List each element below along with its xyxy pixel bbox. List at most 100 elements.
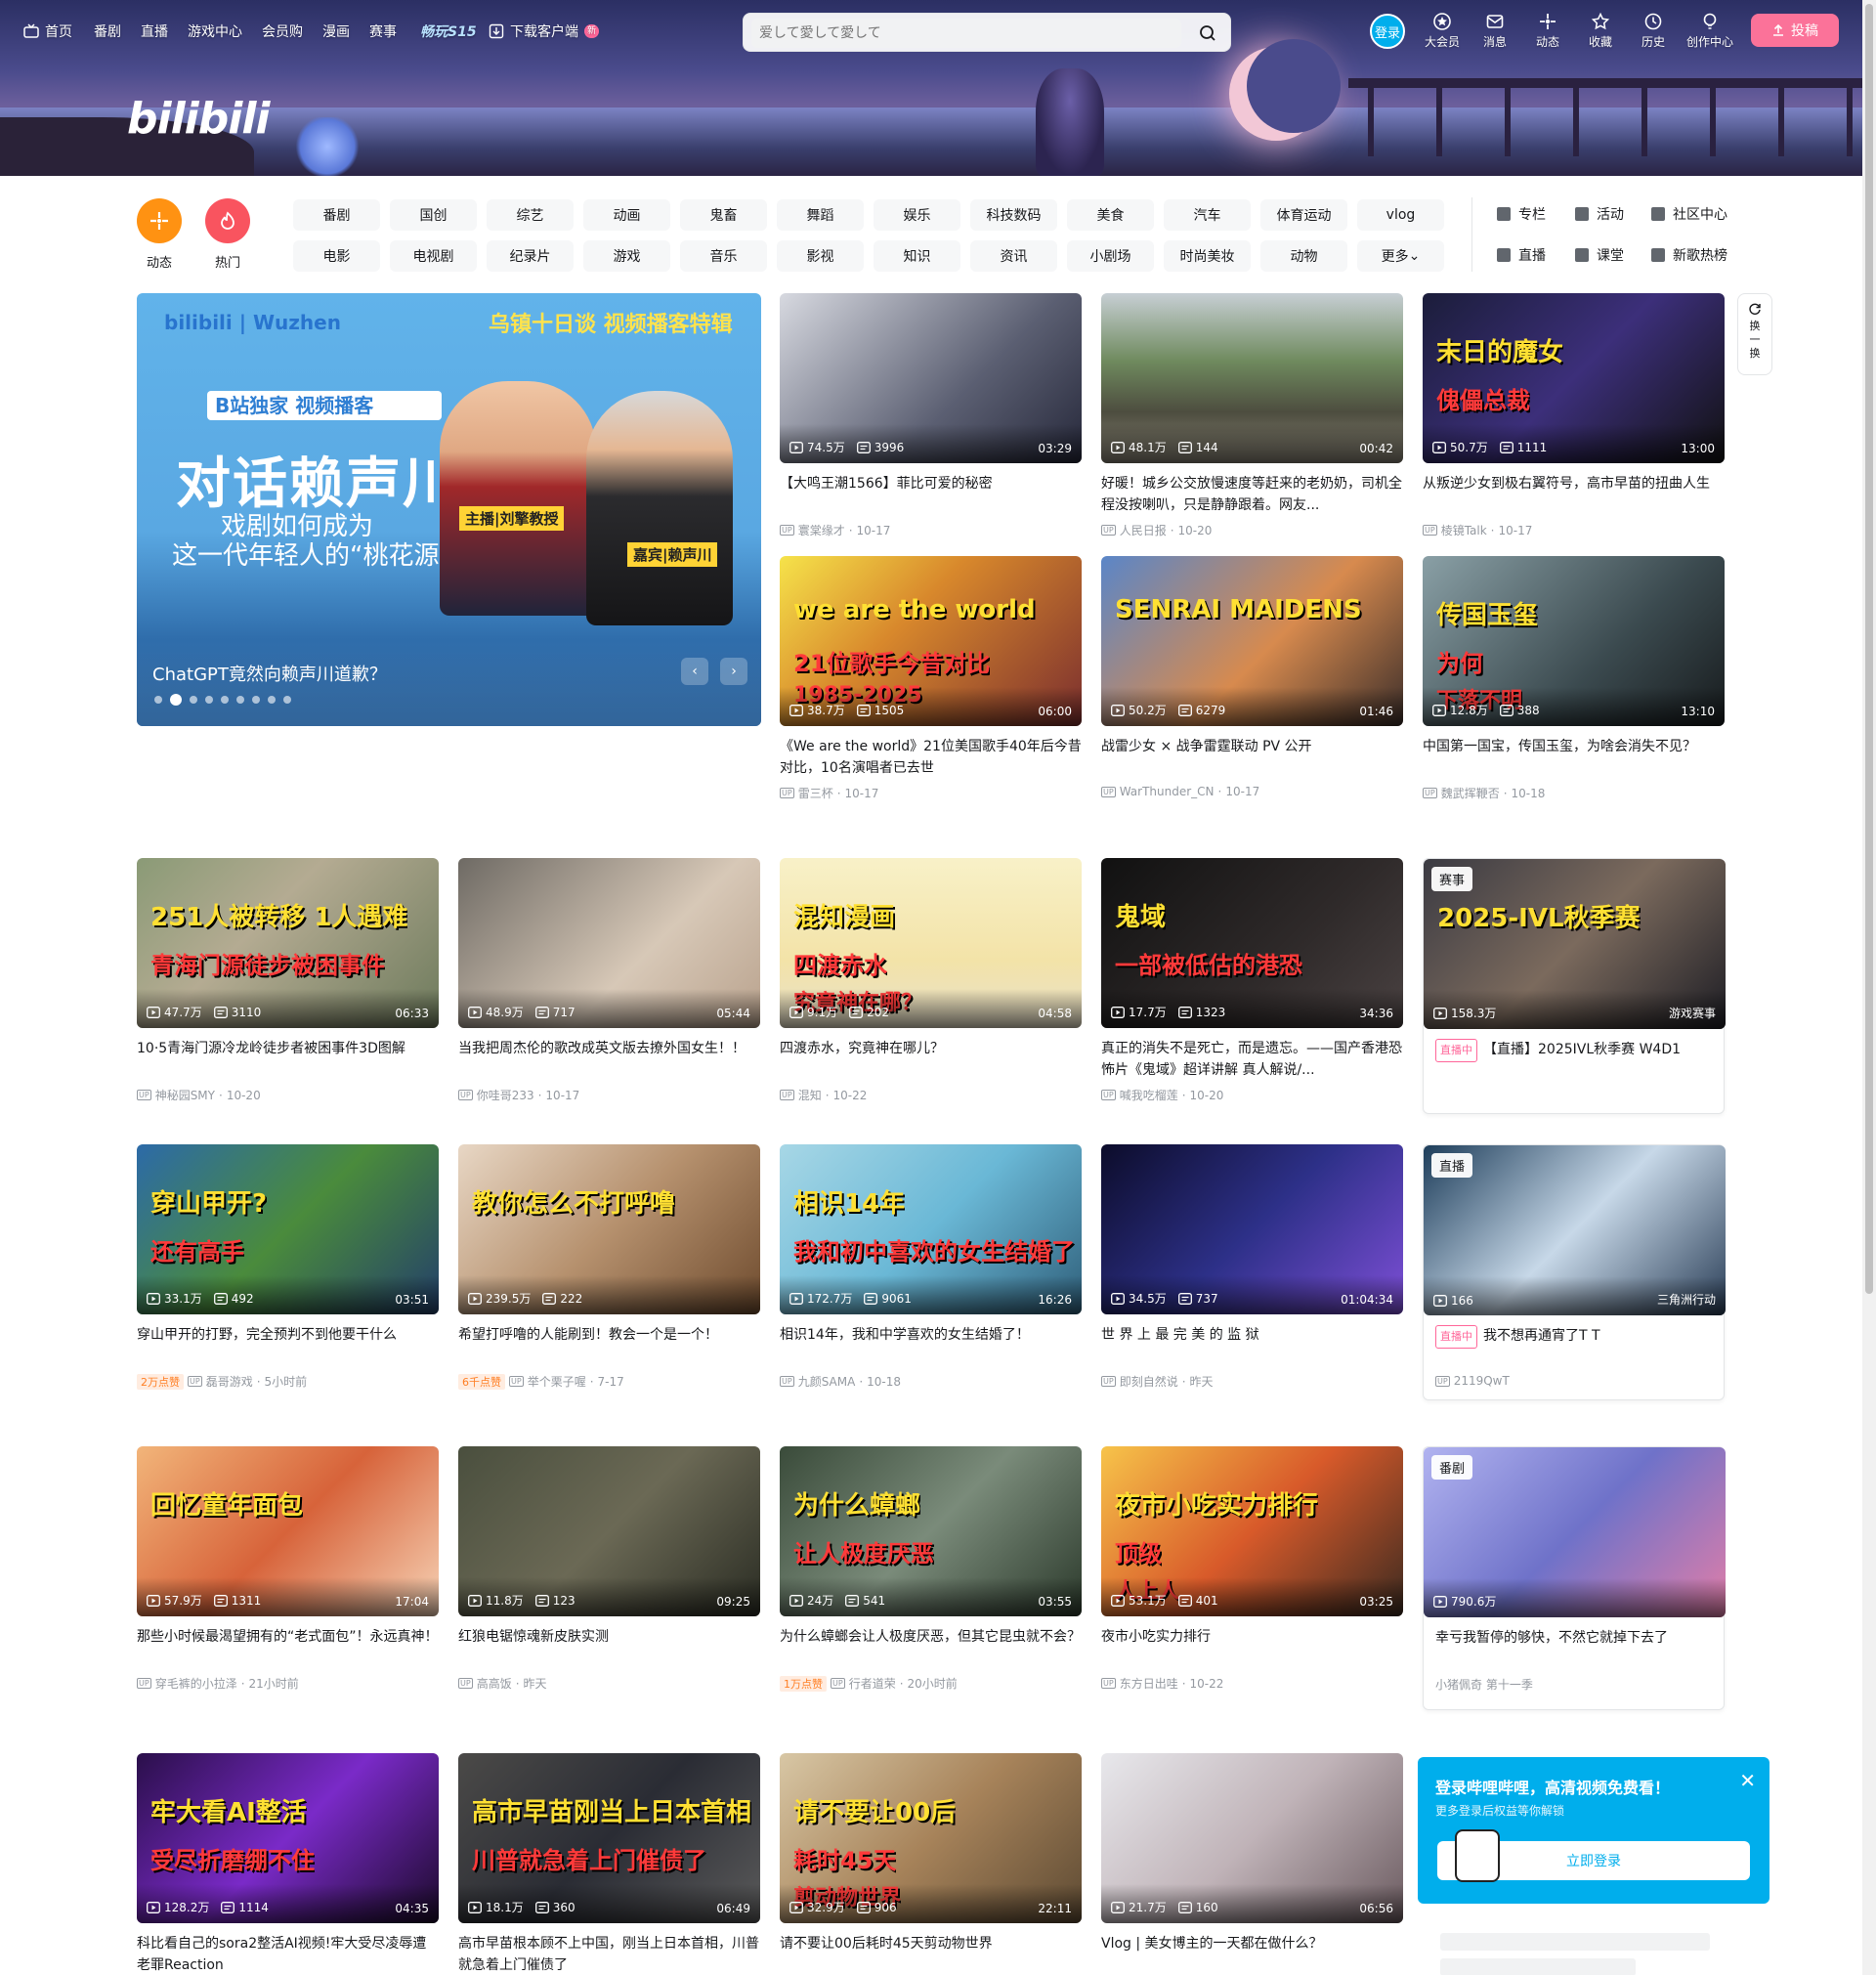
video-title[interactable]: 科比看自己的sora2整活AI视频!牢大受尽凌辱遭老罪Reaction bbox=[137, 1933, 439, 1975]
video-meta[interactable]: UP 混知 · 10-22 bbox=[780, 1087, 1082, 1103]
channel-tag[interactable]: 综艺 bbox=[487, 199, 574, 231]
video-meta[interactable]: UP 你哇哥233 · 10-17 bbox=[458, 1087, 760, 1103]
channel-tag[interactable]: 电视剧 bbox=[390, 240, 477, 272]
live-card[interactable]: 直播 166 三角洲行动直播中 我不想再通宵了T T UP 2119QwT bbox=[1423, 1144, 1726, 1400]
refresh-button[interactable]: 换 一 换 bbox=[1737, 293, 1772, 375]
video-card[interactable]: 48.9万 717 05:44 当我把周杰伦的歌改成英文版去撩外国女生！！ UP 你哇哥2… bbox=[458, 858, 760, 1103]
video-thumbnail[interactable]: 混知漫画四渡赤水究竟神在哪？9.1万20204:58 bbox=[780, 858, 1082, 1028]
hot-circle-button[interactable] bbox=[205, 198, 250, 243]
search-button[interactable] bbox=[1193, 19, 1222, 48]
video-meta[interactable]: 小猪佩奇 第十一季 bbox=[1424, 1676, 1724, 1693]
video-meta[interactable]: UP 人民日报 · 10-20 bbox=[1101, 522, 1403, 538]
video-meta[interactable]: UP 东方日出哇 · 10-22 bbox=[1101, 1675, 1403, 1692]
channel-tag[interactable]: 时尚美妆 bbox=[1164, 240, 1251, 272]
live-card[interactable]: 2025-IVL秋季赛 赛事 158.3万 游戏赛事直播中 【直播】2025IVL秋季赛… bbox=[1423, 858, 1726, 1114]
bilibili-logo[interactable]: bilibili bbox=[127, 94, 270, 144]
video-thumbnail[interactable]: 夜市小吃实力排行顶级人上人53.1万40103:25 bbox=[1101, 1446, 1403, 1616]
video-thumbnail[interactable]: 直播 166 三角洲行动 bbox=[1424, 1145, 1726, 1315]
video-thumbnail[interactable]: 请不要让00后耗时45天剪动物世界32.9万90622:11 bbox=[780, 1753, 1082, 1923]
carousel-dot[interactable] bbox=[190, 696, 197, 704]
video-thumbnail[interactable]: 21.7万 160 06:56 bbox=[1101, 1753, 1403, 1923]
video-meta[interactable]: UP 高高饭 · 昨天 bbox=[458, 1675, 760, 1692]
video-meta[interactable]: UP 2119QwT bbox=[1424, 1374, 1724, 1388]
video-meta[interactable]: UP 神秘园SMY · 10-20 bbox=[137, 1087, 439, 1103]
link-live[interactable]: 直播 bbox=[1497, 245, 1546, 265]
nav-messages[interactable]: 消息 bbox=[1471, 12, 1518, 50]
video-thumbnail[interactable]: 48.9万 717 05:44 bbox=[458, 858, 760, 1028]
link-classroom[interactable]: 课堂 bbox=[1575, 245, 1624, 265]
nav-anime[interactable]: 番剧 bbox=[94, 21, 121, 41]
video-title[interactable]: 相识14年，我和中学喜欢的女生结婚了！ bbox=[780, 1324, 1082, 1367]
video-title[interactable]: 中国第一国宝，传国玉玺，为啥会消失不见？ bbox=[1423, 736, 1725, 779]
video-thumbnail[interactable]: 2025-IVL秋季赛 赛事 158.3万 游戏赛事 bbox=[1424, 859, 1726, 1029]
video-title[interactable]: 世 界 上 最 完 美 的 监 狱 bbox=[1101, 1324, 1403, 1367]
link-community[interactable]: 社区中心 bbox=[1651, 204, 1727, 224]
channel-tag[interactable]: 国创 bbox=[390, 199, 477, 231]
hero-carousel[interactable]: bilibili | Wuzhen 乌镇十日谈 视频播客特辑 B站独家 视频播客… bbox=[137, 293, 761, 726]
nav-favorites[interactable]: 收藏 bbox=[1577, 12, 1624, 50]
video-card[interactable]: 相识14年 我和初中喜欢的女生结婚了 172.7万 9061 16:26 相识14年，我和… bbox=[780, 1144, 1082, 1390]
video-meta[interactable]: UP 穿毛裤的小拉泽 · 21小时前 bbox=[137, 1675, 439, 1692]
video-thumbnail[interactable]: 牢大看AI整活 受尽折磨绷不住 128.2万 1114 04:35 bbox=[137, 1753, 439, 1923]
video-meta[interactable]: 1万点赞 UP 行者道荣 · 20小时前 bbox=[780, 1675, 1082, 1692]
carousel-caption[interactable]: ChatGPT竟然向赖声川道歉？ bbox=[152, 661, 387, 686]
upload-button[interactable]: 投稿 bbox=[1751, 14, 1839, 47]
video-thumbnail[interactable]: 高市早苗刚当上日本首相 川普就急着上门催债了 18.1万 360 06:49 bbox=[458, 1753, 760, 1923]
video-title[interactable]: 夜市小吃实力排行 bbox=[1101, 1626, 1403, 1669]
video-card[interactable]: 混知漫画四渡赤水究竟神在哪？9.1万20204:58四渡赤水，究竟神在哪儿？UP… bbox=[780, 858, 1082, 1103]
channel-tag[interactable]: 动物 bbox=[1260, 240, 1347, 272]
channel-tag[interactable]: 音乐 bbox=[680, 240, 767, 272]
page-scrollbar[interactable] bbox=[1862, 0, 1876, 1975]
channel-tag[interactable]: 科技数码 bbox=[970, 199, 1057, 231]
video-card[interactable]: 回忆童年面包 57.9万 1311 17:04 那些小时候最渴望拥有的“老式面包”！永远… bbox=[137, 1446, 439, 1692]
video-thumbnail[interactable]: we are the world21位歌手今昔对比1985-202538.7万1… bbox=[780, 556, 1082, 726]
nav-vip[interactable]: 大会员 bbox=[1419, 12, 1466, 50]
video-card[interactable]: 请不要让00后耗时45天剪动物世界 32.9万 906 22:11 请不要让00后耗时4… bbox=[780, 1753, 1082, 1975]
video-title[interactable]: 为什么蟑螂会让人极度厌恶，但其它昆虫就不会？ bbox=[780, 1626, 1082, 1669]
video-thumbnail[interactable]: 11.8万 123 09:25 bbox=[458, 1446, 760, 1616]
video-card[interactable]: 教你怎么不打呼噜 239.5万 222 希望打呼噜的人能刷到！教会一个是一个！ 6千点赞… bbox=[458, 1144, 760, 1390]
video-thumbnail[interactable]: 相识14年 我和初中喜欢的女生结婚了 172.7万 9061 16:26 bbox=[780, 1144, 1082, 1314]
close-icon[interactable]: ✕ bbox=[1739, 1769, 1756, 1792]
channel-tag[interactable]: 知识 bbox=[874, 240, 960, 272]
video-card[interactable]: 为什么蟑螂 让人极度厌恶 24万 541 03:55 为什么蟑螂会让人极度厌恶，但其它昆虫… bbox=[780, 1446, 1082, 1692]
nav-esports[interactable]: 赛事 bbox=[369, 21, 397, 41]
video-card[interactable]: 牢大看AI整活 受尽折磨绷不住 128.2万 1114 04:35 科比看自己的sora2… bbox=[137, 1753, 439, 1975]
carousel-dot[interactable] bbox=[205, 696, 213, 704]
video-meta[interactable]: UP 九颜SAMA · 10-18 bbox=[780, 1373, 1082, 1390]
video-title[interactable]: 直播中 【直播】2025IVL秋季赛 W4D1 bbox=[1424, 1039, 1724, 1082]
video-title[interactable]: 高市早苗根本顾不上中国，刚当上日本首相，川普就急着上门催债了 bbox=[458, 1933, 760, 1975]
video-title[interactable]: Vlog | 美女博主的一天都在做什么？ bbox=[1101, 1933, 1403, 1975]
channel-tag[interactable]: 美食 bbox=[1067, 199, 1154, 231]
channel-tag[interactable]: 动画 bbox=[583, 199, 670, 231]
video-thumbnail[interactable]: 传国玉玺为何下落不明12.8万38813:10 bbox=[1423, 556, 1725, 726]
video-thumbnail[interactable]: 穿山甲开? 还有高手 33.1万 492 03:51 bbox=[137, 1144, 439, 1314]
video-card[interactable]: we are the world21位歌手今昔对比1985-202538.7万1… bbox=[780, 556, 1082, 801]
nav-s15[interactable]: 畅玩S15 bbox=[420, 21, 477, 41]
video-title[interactable]: 直播中 我不想再通宵了T T bbox=[1424, 1325, 1724, 1368]
video-card[interactable]: 34.5万 737 01:04:34 世 界 上 最 完 美 的 监 狱 UP 即刻自然说… bbox=[1101, 1144, 1403, 1390]
video-title[interactable]: 穿山甲开的打野，完全预判不到他要干什么 bbox=[137, 1324, 439, 1367]
video-card[interactable]: 48.1万 144 00:42 好暖！城乡公交放慢速度等赶来的老奶奶，司机全程没按喇叭… bbox=[1101, 293, 1403, 538]
video-title[interactable]: 幸亏我暂停的够快，不然它就掉下去了 bbox=[1424, 1627, 1724, 1670]
carousel-dot-active[interactable] bbox=[170, 694, 182, 706]
nav-home[interactable]: 首页 bbox=[23, 21, 72, 41]
video-title[interactable]: 《We are the world》21位美国歌手40年后今昔对比，10名演唱者… bbox=[780, 736, 1082, 779]
video-thumbnail[interactable]: 48.1万 144 00:42 bbox=[1101, 293, 1403, 463]
video-card[interactable]: 11.8万 123 09:25 红狼电锯惊魂新皮肤实测 UP 高高饭 · 昨天 bbox=[458, 1446, 760, 1692]
carousel-dot[interactable] bbox=[283, 696, 291, 704]
video-card[interactable]: 高市早苗刚当上日本首相 川普就急着上门催债了 18.1万 360 06:49 高市早苗根本… bbox=[458, 1753, 760, 1975]
carousel-dot[interactable] bbox=[236, 696, 244, 704]
dynamic-circle-button[interactable] bbox=[137, 198, 182, 243]
nav-creator-center[interactable]: 创作中心 bbox=[1683, 12, 1737, 50]
carousel-dot[interactable] bbox=[154, 696, 162, 704]
video-meta[interactable]: UP 喊我吃榴莲 · 10-20 bbox=[1101, 1087, 1403, 1103]
video-thumbnail[interactable]: 末日的魔女 傀儡总裁 50.7万 1111 13:00 bbox=[1423, 293, 1725, 463]
video-title[interactable]: 10·5青海门源冷龙岭徒步者被困事件3D图解 bbox=[137, 1038, 439, 1081]
scrollbar-thumb[interactable] bbox=[1865, 4, 1873, 1294]
video-title[interactable]: 从叛逆少女到极右翼符号，高市早苗的扭曲人生 bbox=[1423, 473, 1725, 516]
video-card[interactable]: 21.7万 160 06:56 Vlog | 美女博主的一天都在做什么？ bbox=[1101, 1753, 1403, 1975]
channel-tag[interactable]: 舞蹈 bbox=[777, 199, 864, 231]
video-thumbnail[interactable]: 鬼域 一部被低估的港恐 17.7万 1323 34:36 bbox=[1101, 858, 1403, 1028]
video-thumbnail[interactable]: 74.5万 3996 03:29 bbox=[780, 293, 1082, 463]
